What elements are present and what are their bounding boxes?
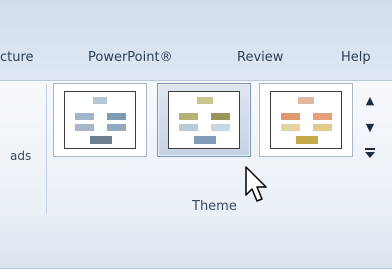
preview-top-block <box>298 97 314 104</box>
preview-right-block <box>107 113 126 120</box>
preview-left-lower-block <box>179 124 198 131</box>
preview-left-lower-block <box>281 124 300 131</box>
preview-bottom-block <box>90 136 112 144</box>
scroll-up-icon[interactable]: ▲ <box>359 90 381 112</box>
theme-preview-frame <box>168 91 240 149</box>
theme-thumbnail-warm[interactable] <box>259 83 353 157</box>
group-divider <box>46 84 47 214</box>
scroll-down-icon[interactable]: ▼ <box>359 117 381 139</box>
theme-preview-frame <box>64 91 136 149</box>
content-toolbar <box>0 221 392 269</box>
theme-preview-frame <box>270 91 342 149</box>
previous-group-label: ads <box>10 149 32 163</box>
preview-right-block <box>211 113 230 120</box>
preview-top-block <box>93 97 107 104</box>
tab-powerpoint[interactable]: PowerPoint® <box>88 50 173 65</box>
preview-bottom-block <box>194 136 216 144</box>
more-icon[interactable] <box>359 143 381 165</box>
preview-left-block <box>281 113 300 120</box>
mouse-cursor-icon <box>245 166 267 202</box>
preview-right-block <box>313 113 332 120</box>
preview-right-lower-block <box>211 124 230 131</box>
gallery-scroll-controls: ▲ ▼ <box>359 90 381 166</box>
theme-group-label: Theme <box>192 199 237 214</box>
preview-right-lower-block <box>107 124 126 131</box>
theme-thumbnail-olive[interactable] <box>157 83 251 157</box>
preview-top-block <box>197 97 213 104</box>
preview-bottom-block <box>296 136 318 144</box>
tab-structure[interactable]: cture <box>0 50 34 65</box>
preview-right-lower-block <box>313 124 332 131</box>
ribbon-tab-bar: cture PowerPoint® Review Help <box>0 0 392 82</box>
tab-help[interactable]: Help <box>341 50 371 65</box>
preview-left-block <box>179 113 198 120</box>
theme-thumbnail-blue[interactable] <box>53 83 147 157</box>
theme-gallery <box>53 83 353 157</box>
tab-review[interactable]: Review <box>237 50 283 65</box>
preview-left-block <box>75 113 94 120</box>
preview-left-lower-block <box>75 124 94 131</box>
